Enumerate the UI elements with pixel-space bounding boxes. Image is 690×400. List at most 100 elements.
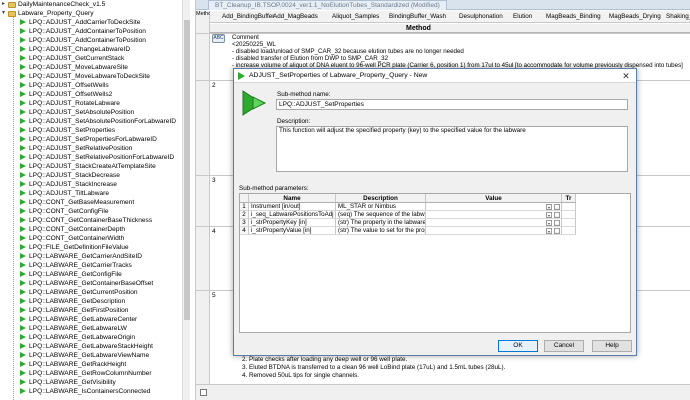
tree-item-label: LPQ::FILE_GetDefinitionFileValue	[29, 244, 129, 251]
tree-folder[interactable]: ▸ DailyMaintenanceCheck_v1.5	[0, 0, 195, 9]
tree-item[interactable]: LPQ::LABWARE_GetCurrentPosition	[0, 288, 195, 297]
grid-header-name[interactable]: Name	[249, 194, 336, 203]
tree-item[interactable]: LPQ::ADJUST_StackIncrease	[0, 180, 195, 189]
tree-item[interactable]: LPQ::CONT_GetContainerBaseThickness	[0, 216, 195, 225]
tree-item[interactable]: LPQ::LABWARE_GetConfigFile	[0, 270, 195, 279]
tree-item[interactable]: LPQ::LABWARE_GetLabwareViewName	[0, 351, 195, 360]
tree-item[interactable]: LPQ::CONT_GetConfigFile	[0, 207, 195, 216]
tree-item[interactable]: LPQ::ADJUST_StackCreateAtTemplateSite	[0, 162, 195, 171]
tree-item[interactable]: LPQ::LABWARE_GetLabwareLW	[0, 324, 195, 333]
arrow-glyph	[20, 172, 26, 178]
param-value-input[interactable]: ▾…	[426, 227, 562, 235]
tree-item[interactable]: LPQ::CONT_GetBaseMeasurement	[0, 198, 195, 207]
tree-item[interactable]: LPQ::FILE_GetDefinitionFileValue	[0, 243, 195, 252]
param-value-input[interactable]: ▾…	[426, 211, 562, 219]
row-number: 3	[212, 177, 216, 184]
arrow-glyph	[20, 28, 26, 34]
arrow-glyph	[20, 181, 26, 187]
dropdown-arrow-icon[interactable]: ▾	[546, 228, 552, 234]
param-tr-cell[interactable]	[562, 219, 576, 227]
tree-item[interactable]: LPQ::LABWARE_GetRackHeight	[0, 360, 195, 369]
step-column: Method	[196, 11, 214, 400]
command-button[interactable]: Shaking_long	[666, 11, 690, 23]
command-button[interactable]: MagBeads_Drying	[609, 11, 661, 23]
tree-item[interactable]: LPQ::ADJUST_StackDecrease	[0, 171, 195, 180]
dialog-titlebar[interactable]: ADJUST_SetProperties of Labware_Property…	[234, 69, 636, 83]
tree-item[interactable]: LPQ::ADJUST_SetAbsolutePosition	[0, 108, 195, 117]
tree-item[interactable]: LPQ::LABWARE_GetFirstPosition	[0, 306, 195, 315]
submethod-icon	[20, 180, 28, 189]
tree-item[interactable]: LPQ::ADJUST_RotateLabware	[0, 99, 195, 108]
tree-folder-label: DailyMaintenanceCheck_v1.5	[18, 1, 106, 8]
tree-item-label: LPQ::LABWARE_GetCurrentPosition	[29, 289, 138, 296]
tree-item[interactable]: LPQ::ADJUST_SetPropertiesForLabwareID	[0, 135, 195, 144]
submethod-icon	[20, 351, 28, 360]
tree-item[interactable]: LPQ::ADJUST_AddContainerToPosition	[0, 27, 195, 36]
tree-item[interactable]: LPQ::ADJUST_SetRelativePositionForLabwar…	[0, 153, 195, 162]
close-button[interactable]: ✕	[618, 70, 634, 82]
grid-header-tr[interactable]: Tr	[562, 194, 576, 203]
tree-item[interactable]: LPQ::ADJUST_MoveLabwareToDeckSite	[0, 72, 195, 81]
tree-item[interactable]: LPQ::ADJUST_MoveLabwareSite	[0, 63, 195, 72]
scrollbar-thumb[interactable]	[184, 20, 190, 320]
help-button[interactable]: Help	[592, 340, 632, 352]
tree-item[interactable]: LPQ::ADJUST_SetRelativePosition	[0, 144, 195, 153]
tree-item[interactable]: LPQ::LABWARE_GetCarrierTracks	[0, 261, 195, 270]
tree-vertical-scrollbar[interactable]	[182, 0, 190, 400]
tree-item[interactable]: LPQ::ADJUST_OffsetWells2	[0, 90, 195, 99]
ellipsis-icon[interactable]: …	[554, 228, 560, 234]
dropdown-arrow-icon[interactable]: ▾	[546, 212, 552, 218]
tree-item[interactable]: LPQ::LABWARE_GetLabwareOrigin	[0, 333, 195, 342]
param-tr-cell[interactable]	[562, 203, 576, 211]
tree-item[interactable]: LPQ::LABWARE_GetCarrierAndSiteID	[0, 252, 195, 261]
tree-item[interactable]: LPQ::LABWARE_GetRowColumnNumber	[0, 369, 195, 378]
tree-folder[interactable]: ▾ Labware_Property_Query	[0, 9, 195, 18]
tree-item[interactable]: LPQ::ADJUST_SetProperties	[0, 126, 195, 135]
tree-item[interactable]: LPQ::ADJUST_AddContainerToPosition	[0, 36, 195, 45]
command-button[interactable]: Elution	[513, 11, 532, 23]
tree-item[interactable]: LPQ::CONT_GetContainerWidth	[0, 234, 195, 243]
param-tr-cell[interactable]	[562, 227, 576, 235]
tree-item-label: LPQ::ADJUST_AddContainerToPosition	[29, 37, 146, 44]
param-value-input[interactable]: ▾…	[426, 203, 562, 211]
tree-item[interactable]: LPQ::LABWARE_GetLabwareStackHeight	[0, 342, 195, 351]
tree-item[interactable]: LPQ::LABWARE_GetLabwareCenter	[0, 315, 195, 324]
tree-item[interactable]: LPQ::LABWARE_IsContainersConnected	[0, 387, 195, 396]
dropdown-arrow-icon[interactable]: ▾	[546, 204, 552, 210]
ellipsis-icon[interactable]: …	[554, 204, 560, 210]
param-description: (str) The property in the labware to adj…	[336, 219, 426, 227]
command-button[interactable]: Desulphonation	[459, 11, 503, 23]
param-tr-cell[interactable]	[562, 211, 576, 219]
tree-item[interactable]: LPQ::LABWARE_GetVisibility	[0, 378, 195, 387]
tree-item[interactable]: LPQ::ADJUST_AddCarrierToDeckSite	[0, 18, 195, 27]
arrow-glyph	[20, 109, 26, 115]
command-button[interactable]: MagBeads_Binding	[546, 11, 601, 23]
ok-button[interactable]: OK	[498, 340, 538, 352]
submethod-icon	[20, 27, 28, 36]
command-button[interactable]: Add_BindingBuffer	[222, 11, 274, 23]
tree-item[interactable]: LPQ::LABWARE_GetDescription	[0, 297, 195, 306]
command-button[interactable]: Add_MagBeads	[273, 11, 318, 23]
step-checkbox[interactable]	[200, 389, 207, 396]
tree-item[interactable]: LPQ::LABWARE_GetContainerBaseOffset	[0, 279, 195, 288]
tree-item[interactable]: LPQ::CONT_GetContainerDepth	[0, 225, 195, 234]
tree-item[interactable]: LPQ::ADJUST_GetCurrentStack	[0, 54, 195, 63]
expand-toggle-icon[interactable]: ▾	[0, 9, 7, 18]
ellipsis-icon[interactable]: …	[554, 212, 560, 218]
cancel-button[interactable]: Cancel	[544, 340, 584, 352]
tree-item[interactable]: LPQ::ADJUST_OffsetWells	[0, 81, 195, 90]
tab-method-file[interactable]: BT_Cleanup_IB.TSOP.0024_ver1.1_NoElution…	[208, 0, 447, 10]
grid-header-description[interactable]: Description	[336, 194, 426, 203]
tree-item-label: LPQ::LABWARE_GetCarrierTracks	[29, 262, 132, 269]
dropdown-arrow-icon[interactable]: ▾	[546, 220, 552, 226]
tree-item[interactable]: LPQ::ADJUST_SetAbsolutePositionForLabwar…	[0, 117, 195, 126]
param-value-input[interactable]: ▾…	[426, 219, 562, 227]
ellipsis-icon[interactable]: …	[554, 220, 560, 226]
tree-item[interactable]: LPQ::ADJUST_TiltLabware	[0, 189, 195, 198]
tree-item[interactable]: LPQ::ADJUST_ChangeLabwareID	[0, 45, 195, 54]
command-button[interactable]: BindingBuffer_Wash	[389, 11, 446, 23]
command-button[interactable]: Aliquot_Samples	[332, 11, 379, 23]
grid-header-value[interactable]: Value	[426, 194, 562, 203]
expand-toggle-icon[interactable]: ▸	[0, 0, 7, 9]
comment-step[interactable]: Comment <20250225_WL - disabled load/unloa…	[232, 34, 688, 69]
